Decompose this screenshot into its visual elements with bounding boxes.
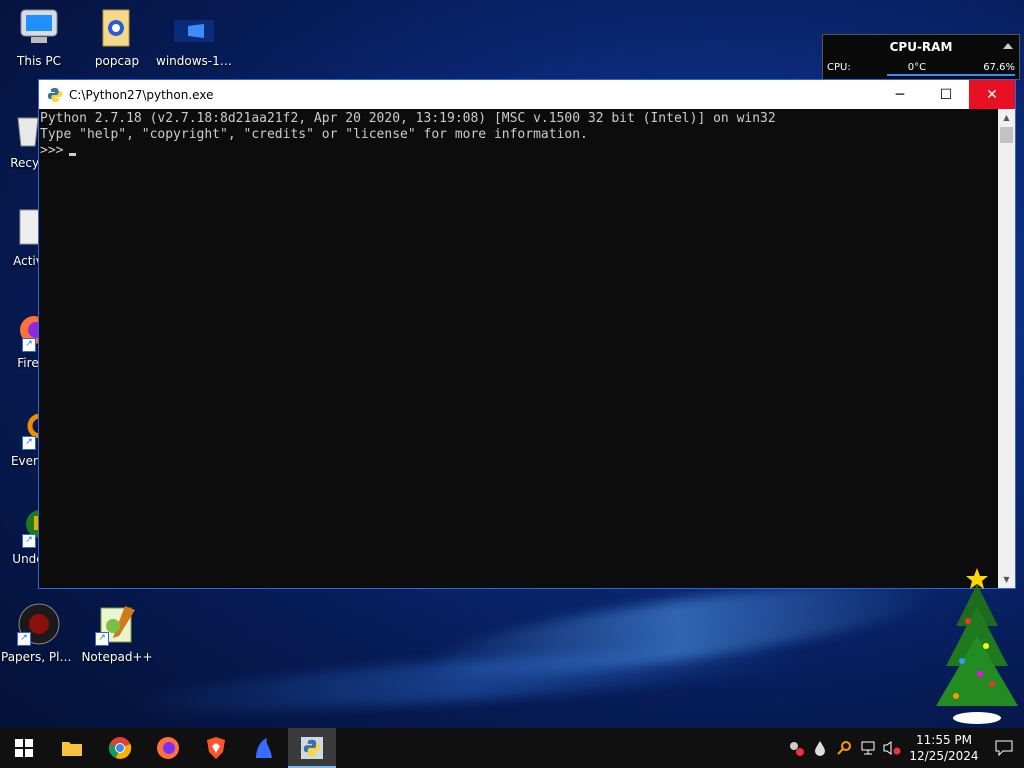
desktop-icon-label: This PC — [17, 54, 61, 68]
console-output[interactable]: Python 2.7.18 (v2.7.18:8d21aa21f2, Apr 2… — [39, 109, 998, 588]
python-icon — [48, 87, 62, 102]
brave-icon — [207, 737, 225, 759]
shortcut-arrow-icon: ↗ — [17, 632, 31, 646]
collapse-arrow-icon[interactable] — [1003, 43, 1013, 49]
console-prompt: >>> — [40, 143, 64, 158]
folder-icon — [95, 6, 139, 50]
taskbar-clock[interactable]: 11:55 PM 12/25/2024 — [904, 732, 984, 764]
computer-icon — [17, 6, 61, 50]
shortcut-arrow-icon: ↗ — [22, 436, 36, 450]
taskbar-brave[interactable] — [192, 728, 240, 768]
cpu-ram-gadget[interactable]: CPU-RAM CPU: 0°C 67.6% — [822, 34, 1020, 80]
start-button[interactable] — [0, 728, 48, 768]
water-drop-icon[interactable] — [808, 740, 832, 756]
taskbar-firefox[interactable] — [144, 728, 192, 768]
volume-muted-icon[interactable] — [880, 740, 904, 756]
gadget-title: CPU-RAM — [889, 40, 953, 54]
firefox-icon — [157, 737, 179, 759]
scrollbar-thumb[interactable] — [1000, 127, 1013, 143]
console-line: Type "help", "copyright", "credits" or "… — [40, 127, 588, 142]
close-button[interactable]: ✕ — [969, 80, 1015, 109]
clock-time: 11:55 PM — [916, 733, 972, 747]
python-icon — [301, 737, 323, 759]
search-icon[interactable] — [832, 740, 856, 756]
desktop-icon-papers-please[interactable]: ↗ Papers, Please — [1, 602, 77, 664]
desktop-icon-notepadpp[interactable]: ↗ Notepad++ — [79, 602, 155, 664]
scroll-up-arrow-icon[interactable]: ▲ — [998, 109, 1015, 126]
shortcut-arrow-icon: ↗ — [95, 632, 109, 646]
christmas-tree-icon — [936, 568, 1018, 724]
network-icon[interactable] — [856, 740, 880, 756]
taskbar: 11:55 PM 12/25/2024 — [0, 728, 1024, 768]
notification-center-button[interactable] — [984, 740, 1024, 756]
game-icon: ↗ — [17, 602, 61, 646]
maximize-button[interactable]: ☐ — [923, 80, 969, 109]
taskbar-file-explorer[interactable] — [48, 728, 96, 768]
desktop-icon-label: popcap — [94, 54, 140, 68]
desktop-icon-popcap[interactable]: popcap — [79, 6, 155, 68]
image-file-icon — [172, 6, 216, 50]
notification-icon — [995, 740, 1013, 756]
network-error-icon[interactable] — [784, 740, 808, 756]
desktop-icon-windows10[interactable]: windows-10... — [156, 6, 232, 68]
app-icon — [256, 738, 272, 758]
cpu-temp: 0°C — [907, 62, 927, 73]
shortcut-arrow-icon: ↗ — [22, 534, 36, 548]
cpu-usage-bar — [887, 74, 1015, 76]
cpu-label: CPU: — [827, 62, 851, 73]
desktop-icon-label: Notepad++ — [81, 650, 153, 664]
desktop-icon-label: Papers, Please — [1, 650, 77, 664]
python-console-window[interactable]: C:\Python27\python.exe ─ ☐ ✕ Python 2.7.… — [38, 79, 1016, 589]
vertical-scrollbar[interactable]: ▲ ▼ — [998, 109, 1015, 588]
console-line: Python 2.7.18 (v2.7.18:8d21aa21f2, Apr 2… — [40, 111, 776, 126]
notepadpp-icon: ↗ — [95, 602, 139, 646]
chrome-icon — [108, 737, 132, 759]
shortcut-arrow-icon: ↗ — [22, 338, 36, 352]
taskbar-chrome[interactable] — [96, 728, 144, 768]
window-titlebar[interactable]: C:\Python27\python.exe ─ ☐ ✕ — [39, 80, 1015, 109]
system-tray: 11:55 PM 12/25/2024 — [784, 728, 1024, 768]
taskbar-python[interactable] — [288, 728, 336, 768]
windows-start-icon — [15, 739, 33, 757]
taskbar-app[interactable] — [240, 728, 288, 768]
desktop-icon-label: windows-10... — [156, 54, 232, 68]
text-cursor — [69, 153, 77, 156]
file-explorer-icon — [62, 742, 82, 756]
desktop-icon-this-pc[interactable]: This PC — [1, 6, 77, 68]
clock-date: 12/25/2024 — [909, 749, 979, 763]
minimize-button[interactable]: ─ — [877, 80, 923, 109]
cpu-usage: 67.6% — [983, 62, 1015, 73]
window-title: C:\Python27\python.exe — [69, 87, 214, 102]
